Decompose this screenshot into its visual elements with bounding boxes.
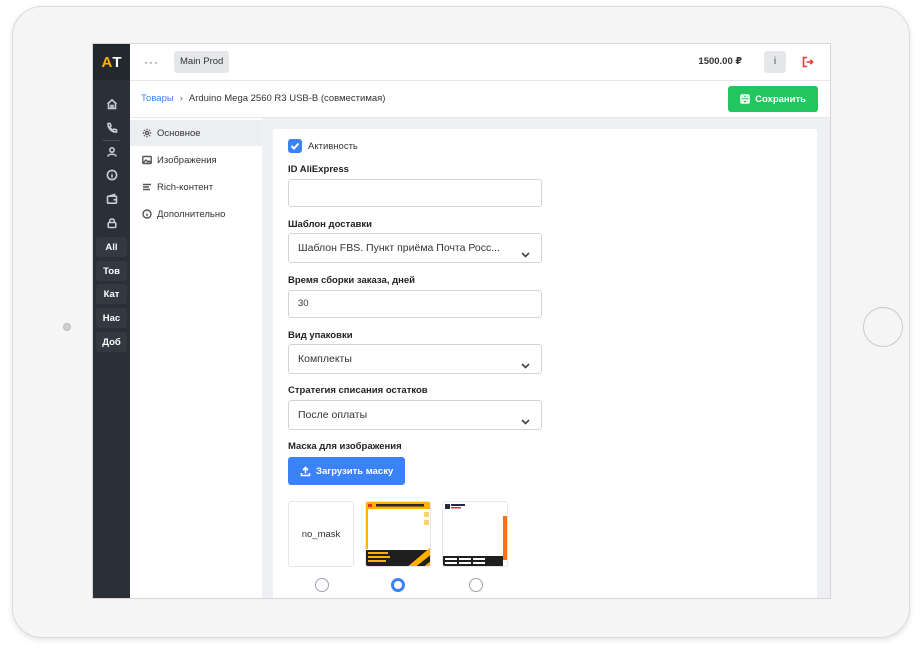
mask-radio-yellow[interactable] [391, 578, 405, 592]
section-nav: Основное Изображения Rich-контент Дополн… [130, 118, 262, 598]
breadcrumb-current: Arduino Mega 2560 R3 USB-B (совместимая) [188, 93, 386, 104]
more-menu-button[interactable]: ··· [144, 55, 159, 69]
aliexpress-id-input[interactable] [288, 179, 542, 207]
section-additional[interactable]: Дополнительно [130, 201, 262, 227]
image-mask-label: Маска для изображения [288, 441, 402, 452]
rail-item-categories[interactable]: Кат [96, 284, 127, 304]
breadcrumb-bar: Товары › Arduino Mega 2560 R3 USB-B (совме… [130, 81, 830, 118]
app-logo[interactable]: AT [93, 44, 130, 80]
stock-strategy-select[interactable]: После оплаты [288, 400, 542, 430]
rail-divider [103, 140, 120, 141]
section-rich-content[interactable]: Rich-контент [130, 174, 262, 200]
breadcrumb-products-link[interactable]: Товары [141, 93, 174, 104]
mask-option-no-mask[interactable]: no_mask [288, 501, 354, 567]
lock-icon[interactable] [93, 213, 130, 233]
stock-strategy-label: Стратегия списания остатков [288, 385, 428, 396]
active-label: Активность [308, 141, 358, 152]
aliexpress-id-label: ID AliExpress [288, 164, 349, 175]
mask-radio-no-mask[interactable] [315, 578, 329, 592]
upload-mask-button[interactable]: Загрузить маску [288, 457, 406, 485]
environment-selector[interactable]: Main Prod [174, 51, 230, 73]
logout-icon[interactable] [802, 55, 816, 69]
app-screen: AT All Тов Кат Нас Доб ··· Main Prod 150… [92, 43, 831, 599]
info-icon[interactable] [93, 165, 130, 185]
rail-item-add[interactable]: Доб [96, 332, 127, 352]
chevron-down-icon [520, 354, 531, 369]
top-bar: ··· Main Prod 1500.00 ₽ i [130, 44, 830, 81]
section-images[interactable]: Изображения [130, 147, 262, 173]
packaging-label: Вид упаковки [288, 330, 353, 341]
user-icon[interactable] [93, 142, 130, 162]
mask-option-orange[interactable] [442, 501, 508, 567]
breadcrumb: Товары › Arduino Mega 2560 R3 USB-B (совме… [141, 93, 385, 104]
section-main[interactable]: Основное [130, 120, 262, 146]
text-lines-icon [143, 183, 151, 191]
info-button[interactable]: i [764, 51, 786, 73]
home-icon[interactable] [93, 94, 130, 114]
mask-option-yellow[interactable] [365, 501, 431, 567]
chevron-down-icon [520, 243, 531, 258]
mask-orange-preview [443, 502, 507, 566]
gear-icon [142, 128, 152, 138]
assembly-time-input[interactable]: 30 [288, 290, 542, 318]
info-circle-icon [142, 209, 152, 219]
home-button[interactable] [863, 307, 903, 347]
save-button[interactable]: Сохранить [728, 86, 818, 112]
sidebar-rail: AT All Тов Кат Нас Доб [93, 44, 130, 598]
rail-item-products[interactable]: Тов [96, 261, 127, 281]
breadcrumb-separator: › [179, 93, 183, 104]
rail-item-all[interactable]: All [96, 237, 127, 257]
rail-item-settings[interactable]: Нас [96, 308, 127, 328]
content-area: Активность ID AliExpress Шаблон доставки… [262, 118, 830, 598]
assembly-time-label: Время сборки заказа, дней [288, 275, 415, 286]
wallet-icon[interactable] [93, 189, 130, 209]
phone-icon[interactable] [93, 118, 130, 138]
upload-icon [300, 465, 311, 476]
mask-yellow-preview [366, 502, 430, 566]
floppy-icon [740, 94, 750, 104]
check-icon [290, 142, 300, 150]
account-balance: 1500.00 ₽ [698, 56, 742, 67]
no-mask-label: no_mask [301, 529, 341, 540]
form-card: Активность ID AliExpress Шаблон доставки… [273, 129, 817, 598]
chevron-down-icon [520, 410, 531, 425]
image-icon [142, 155, 152, 165]
mask-radio-orange[interactable] [469, 578, 483, 592]
delivery-template-select[interactable]: Шаблон FBS. Пункт приёма Почта Росс... [288, 233, 542, 263]
delivery-template-label: Шаблон доставки [288, 219, 372, 230]
packaging-select[interactable]: Комплекты [288, 344, 542, 374]
active-checkbox[interactable] [288, 139, 302, 153]
camera-dot [63, 323, 71, 331]
